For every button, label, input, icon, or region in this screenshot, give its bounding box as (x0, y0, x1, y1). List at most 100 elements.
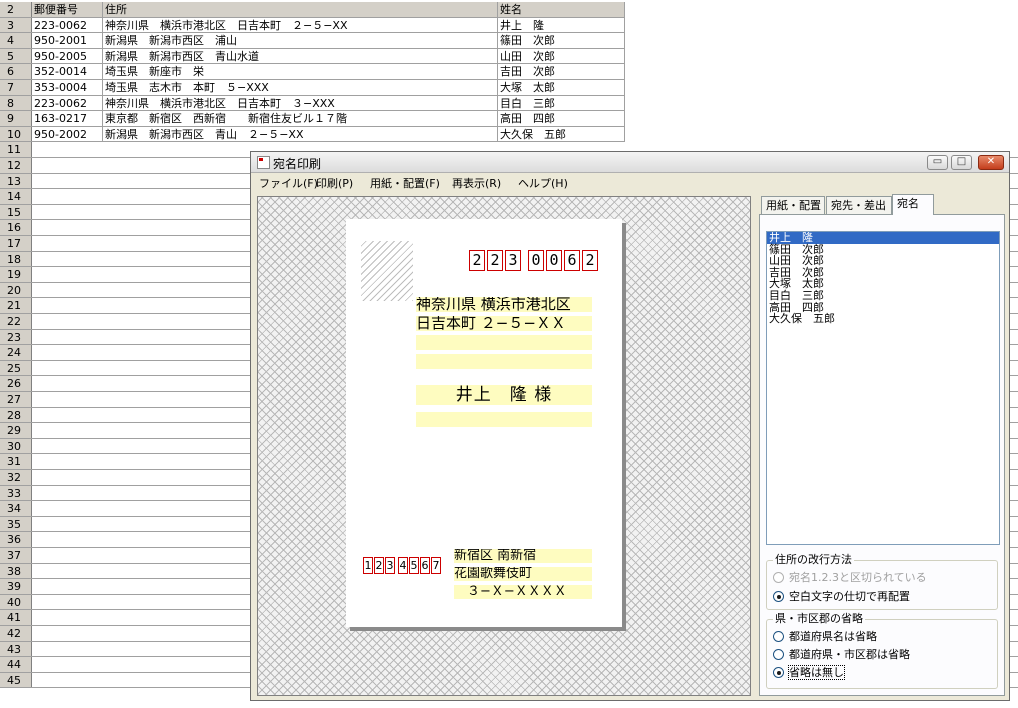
row-number[interactable]: 35 (0, 516, 32, 532)
row-number[interactable]: 30 (0, 438, 32, 454)
row-number[interactable]: 7 (0, 80, 32, 95)
sheet-row[interactable]: 10 950-2002 新潟県 新潟市西区 青山 ２−５−XX 大久保 五郎 (0, 126, 625, 143)
row-number[interactable]: 13 (0, 173, 32, 189)
sender-address-line-2[interactable]: 花園歌舞伎町 (454, 567, 592, 581)
row-number[interactable]: 42 (0, 626, 32, 641)
row-number[interactable]: 23 (0, 329, 32, 345)
tab-address-sender[interactable]: 宛先・差出 (826, 196, 892, 214)
radio-omit-prefecture[interactable]: 都道府県名は省略 (773, 630, 877, 644)
row-number[interactable]: 39 (0, 579, 32, 594)
cell-name[interactable]: 山田 次郎 (498, 48, 625, 64)
cell-name[interactable]: 吉田 次郎 (498, 64, 625, 79)
tab-paper-layout[interactable]: 用紙・配置 (761, 196, 825, 214)
menu-paper-layout[interactable]: 用紙・配置(F) (370, 175, 440, 191)
recipient-extra-line[interactable] (416, 412, 592, 427)
row-number[interactable]: 43 (0, 641, 32, 657)
cell-address[interactable]: 神奈川県 横浜市港北区 日吉本町 ２−５−XX (103, 17, 498, 33)
recipient-listbox[interactable]: 井上 隆篠田 次郎 山田 次郎 吉田 次郎 大塚 太郎 目白 三郎 高田 四郎 大久保 五郎 (766, 231, 1000, 545)
radio-rearrange-by-space[interactable]: 空白文字の仕切で再配置 (773, 590, 910, 604)
row-number[interactable]: 29 (0, 423, 32, 438)
row-number[interactable]: 40 (0, 594, 32, 610)
cell-address[interactable]: 新潟県 新潟市西区 浦山 (103, 33, 498, 48)
menu-file[interactable]: ファイル(F) (259, 175, 318, 191)
row-number[interactable]: 2 (0, 2, 32, 17)
cell-zip[interactable]: 352-0014 (32, 64, 103, 79)
row-number[interactable]: 10 (0, 126, 32, 142)
row-number[interactable]: 28 (0, 407, 32, 423)
radio-button[interactable] (773, 667, 784, 678)
list-item[interactable]: 井上 隆 (767, 232, 999, 244)
menu-help[interactable]: ヘルプ(H) (518, 175, 568, 191)
tab-recipient[interactable]: 宛名 (892, 194, 934, 215)
close-button[interactable]: ✕ (978, 155, 1004, 170)
row-number[interactable]: 24 (0, 345, 32, 360)
recipient-name[interactable]: 井上 隆 様 (416, 385, 592, 405)
row-number[interactable]: 14 (0, 189, 32, 204)
cell-name[interactable]: 大久保 五郎 (498, 126, 625, 142)
sheet-row[interactable]: 5 950-2005 新潟県 新潟市西区 青山水道 山田 次郎 (0, 48, 625, 65)
row-number[interactable]: 16 (0, 220, 32, 235)
sender-address-line-3[interactable]: ３−Ｘ−ＸＸＸＸ (454, 585, 592, 599)
row-number[interactable]: 17 (0, 236, 32, 251)
cell-zip[interactable]: 353-0004 (32, 80, 103, 95)
row-number[interactable]: 25 (0, 360, 32, 376)
row-number[interactable]: 37 (0, 548, 32, 563)
row-number[interactable]: 22 (0, 314, 32, 329)
row-number[interactable]: 32 (0, 470, 32, 485)
row-number[interactable]: 19 (0, 267, 32, 282)
header-cell-address[interactable]: 住所 (103, 2, 498, 17)
sheet-row[interactable]: 6 352-0014 埼玉県 新座市 栄吉田 次郎 (0, 64, 625, 80)
cell-name[interactable]: 井上 隆 (498, 17, 625, 33)
cell-address[interactable]: 神奈川県 横浜市港北区 日吉本町 ３−XXX (103, 95, 498, 111)
cell-address[interactable]: 新潟県 新潟市西区 青山水道 (103, 48, 498, 64)
row-number[interactable]: 12 (0, 158, 32, 173)
row-number[interactable]: 33 (0, 485, 32, 501)
cell-name[interactable]: 目白 三郎 (498, 95, 625, 111)
sheet-row[interactable]: 4 950-2001 新潟県 新潟市西区 浦山 篠田 次郎 (0, 33, 625, 49)
address-line-1[interactable]: 神奈川県 横浜市港北区 (416, 297, 592, 312)
row-number[interactable]: 27 (0, 392, 32, 407)
menu-refresh[interactable]: 再表示(R) (452, 175, 501, 191)
title-bar[interactable]: 宛名印刷 ▭ □ ✕ (251, 152, 1009, 173)
radio-no-omission[interactable]: 省略は無し (773, 665, 845, 680)
sheet-row[interactable]: 9 163-0217 東京都 新宿区 西新宿 新宿住友ビル１７階 高田 四郎 (0, 111, 625, 127)
row-number[interactable]: 44 (0, 657, 32, 672)
row-number[interactable]: 26 (0, 376, 32, 391)
cell-address[interactable]: 埼玉県 新座市 栄 (103, 64, 498, 79)
sheet-header-row[interactable]: 2 郵便番号 住所 姓名 (0, 2, 625, 18)
cell-zip[interactable]: 163-0217 (32, 111, 103, 126)
sheet-row[interactable]: 7 353-0004 埼玉県 志木市 本町 ５−XXX 大塚 太郎 (0, 80, 625, 96)
row-number[interactable]: 3 (0, 17, 32, 33)
row-number[interactable]: 36 (0, 532, 32, 547)
row-number[interactable]: 20 (0, 282, 32, 298)
sheet-row[interactable]: 3 223-0062 神奈川県 横浜市港北区 日吉本町 ２−５−XX 井上 隆 (0, 17, 625, 34)
row-number[interactable]: 21 (0, 298, 32, 313)
sheet-row[interactable]: 8 223-0062 神奈川県 横浜市港北区 日吉本町 ３−XXX 目白 三郎 (0, 95, 625, 112)
header-cell-zip[interactable]: 郵便番号 (32, 2, 103, 17)
row-number[interactable]: 31 (0, 454, 32, 469)
row-number[interactable]: 18 (0, 251, 32, 267)
radio-button[interactable] (773, 649, 784, 660)
menu-print[interactable]: 印刷(P) (316, 175, 353, 191)
cell-zip[interactable]: 223-0062 (32, 17, 103, 33)
cell-zip[interactable]: 223-0062 (32, 95, 103, 111)
row-number[interactable]: 41 (0, 610, 32, 625)
cell-address[interactable]: 新潟県 新潟市西区 青山 ２−５−XX (103, 126, 498, 142)
cell-address[interactable]: 埼玉県 志木市 本町 ５−XXX (103, 80, 498, 95)
sender-address-line-1[interactable]: 新宿区 南新宿 (454, 549, 592, 563)
row-number[interactable]: 9 (0, 111, 32, 126)
header-cell-name[interactable]: 姓名 (498, 2, 625, 17)
radio-button[interactable] (773, 591, 784, 602)
cell-address[interactable]: 東京都 新宿区 西新宿 新宿住友ビル１７階 (103, 111, 498, 126)
cell-name[interactable]: 篠田 次郎 (498, 33, 625, 48)
row-number[interactable]: 5 (0, 48, 32, 64)
row-number[interactable]: 11 (0, 142, 32, 157)
list-item[interactable]: 目白 三郎 (767, 290, 999, 302)
maximize-button[interactable]: □ (951, 155, 972, 170)
row-number[interactable]: 45 (0, 672, 32, 688)
cell-name[interactable]: 高田 四郎 (498, 111, 625, 126)
cell-zip[interactable]: 950-2001 (32, 33, 103, 48)
address-line-2[interactable]: 日吉本町 ２−５−ＸＸ (416, 316, 592, 331)
row-number[interactable]: 38 (0, 563, 32, 579)
radio-button[interactable] (773, 631, 784, 642)
